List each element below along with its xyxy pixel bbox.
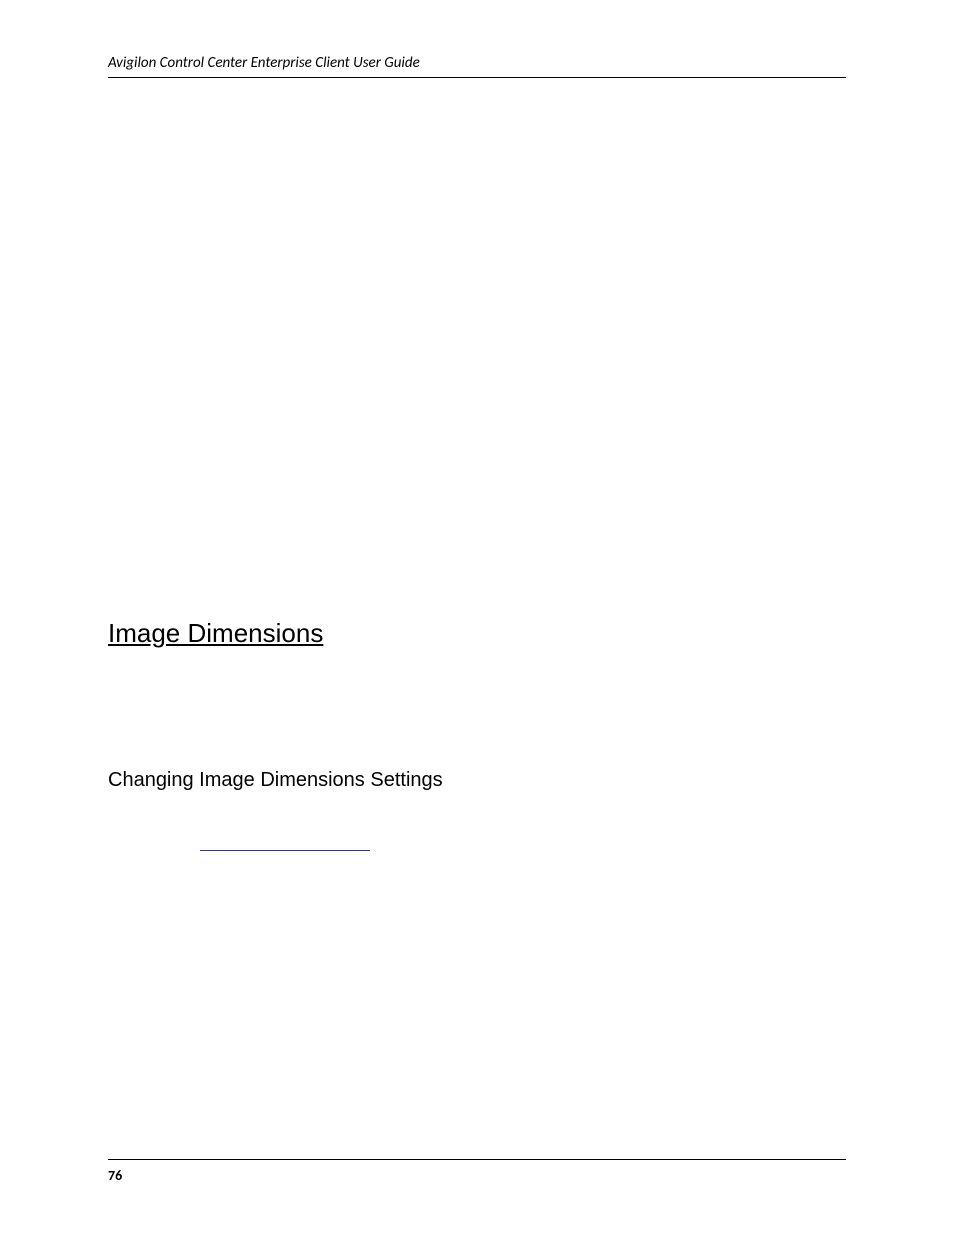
section-heading: Image Dimensions bbox=[108, 618, 846, 649]
page-header: Avigilon Control Center Enterprise Clien… bbox=[108, 54, 846, 78]
page-footer: 76 bbox=[108, 1159, 846, 1185]
page-number: 76 bbox=[108, 1167, 122, 1184]
sub-heading: Changing Image Dimensions Settings bbox=[108, 769, 846, 792]
header-title: Avigilon Control Center Enterprise Clien… bbox=[108, 54, 420, 72]
hyperlink-underline bbox=[200, 850, 370, 851]
